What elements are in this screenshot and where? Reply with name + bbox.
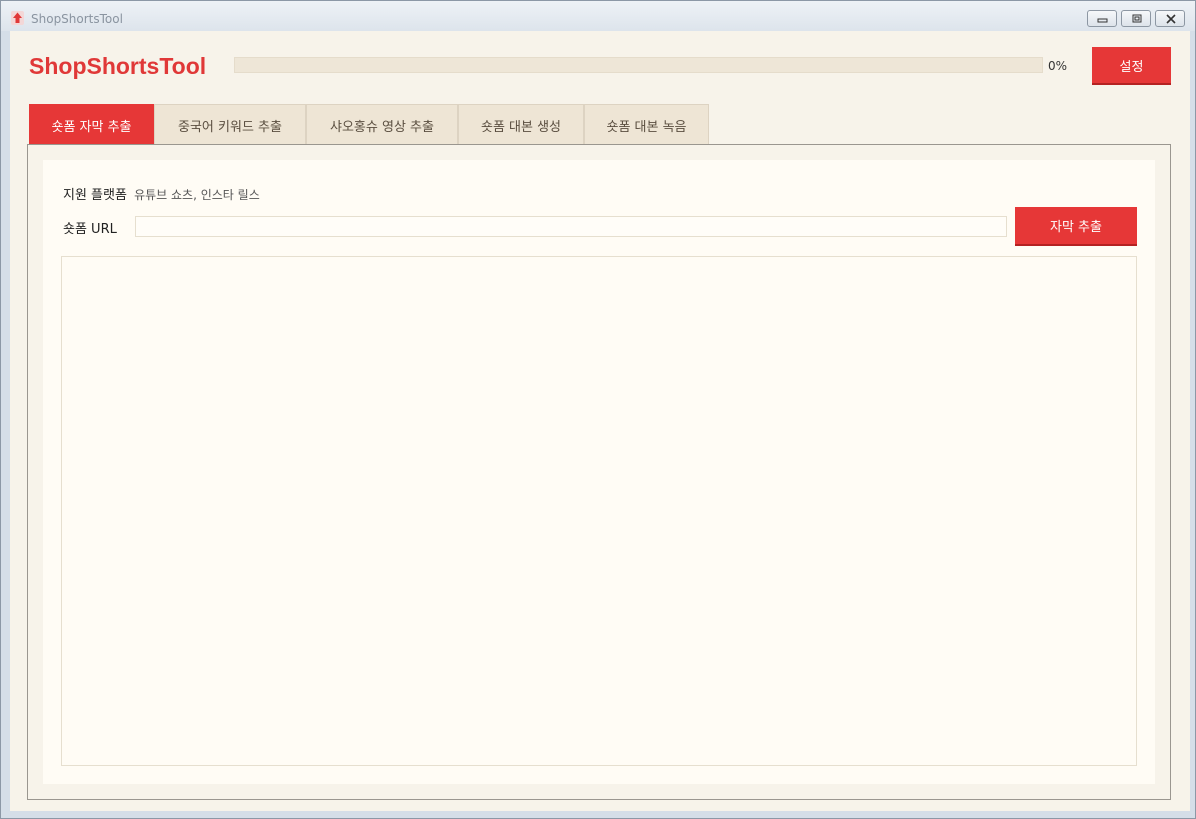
url-input[interactable] <box>135 216 1007 237</box>
settings-button[interactable]: 설정 <box>1092 47 1171 85</box>
brand-title: ShopShortsTool <box>29 53 207 79</box>
maximize-button[interactable] <box>1121 10 1151 27</box>
form-card: 지원 플랫폼 유튜브 쇼츠, 인스타 릴스 숏폼 URL 자막 추출 <box>43 160 1155 784</box>
platform-label: 지원 플랫폼 <box>63 188 127 203</box>
progress-percent-text: 0% <box>1048 59 1068 73</box>
close-button[interactable] <box>1155 10 1185 27</box>
app-logo-icon <box>11 11 24 25</box>
tab-script-generate[interactable]: 숏폼 대본 생성 <box>458 104 584 145</box>
url-label: 숏폼 URL <box>63 222 117 237</box>
tab-xiaohongshu-video[interactable]: 샤오홍슈 영상 추출 <box>306 104 458 145</box>
tab-chinese-keyword[interactable]: 중국어 키워드 추출 <box>154 104 306 145</box>
close-icon <box>1166 14 1176 24</box>
tab-subtitle-extract[interactable]: 숏폼 자막 추출 <box>29 104 154 145</box>
title-bar[interactable]: ShopShortsTool <box>1 1 1195 31</box>
tab-content-panel: 지원 플랫폼 유튜브 쇼츠, 인스타 릴스 숏폼 URL 자막 추출 <box>27 144 1171 800</box>
app-window: ShopShortsTool ShopShortsTool 0% 설정 숏폼 자… <box>0 0 1196 819</box>
supported-platforms-row: 지원 플랫폼 유튜브 쇼츠, 인스타 릴스 <box>63 184 260 203</box>
platform-value: 유튜브 쇼츠, 인스타 릴스 <box>134 188 260 202</box>
extract-subtitle-button[interactable]: 자막 추출 <box>1015 207 1137 246</box>
progress-bar <box>234 57 1043 73</box>
main-client-area: ShopShortsTool 0% 설정 숏폼 자막 추출 중국어 키워드 추출… <box>10 31 1190 811</box>
minimize-button[interactable] <box>1087 10 1117 27</box>
subtitle-output-textarea[interactable] <box>61 256 1137 766</box>
window-title: ShopShortsTool <box>31 12 123 26</box>
maximize-icon <box>1132 14 1142 23</box>
minimize-icon <box>1097 18 1108 23</box>
tab-script-record[interactable]: 숏폼 대본 녹음 <box>584 104 709 145</box>
